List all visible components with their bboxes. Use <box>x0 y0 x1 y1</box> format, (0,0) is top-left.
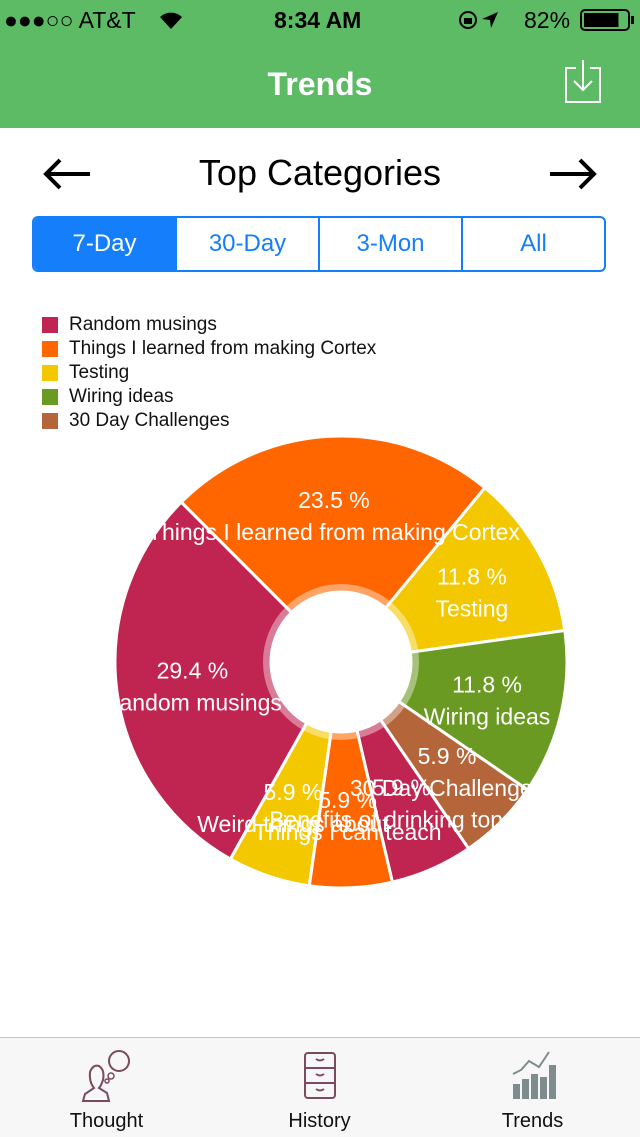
slice-percent-label: 5.9 % <box>372 774 431 800</box>
legend-item: Testing <box>42 361 376 385</box>
tab-bar: Thought History Trends <box>0 1037 640 1137</box>
tab-thought[interactable]: Thought <box>0 1038 213 1137</box>
donut-chart: 29.4 % Random musings 23.5 % Things I learn… <box>103 434 569 890</box>
slice-name-label: Things I learned from making Cortex <box>148 519 520 545</box>
legend-label: Wiring ideas <box>69 386 174 407</box>
legend-label: Things I learned from making Cortex <box>69 338 377 359</box>
chart-legend: Random musings Things I learned from mak… <box>42 313 376 433</box>
trend-chart-icon <box>512 1051 556 1099</box>
legend-label: Testing <box>69 362 130 383</box>
legend-item: Wiring ideas <box>42 385 376 409</box>
download-icon[interactable] <box>564 58 602 104</box>
tab-label: History <box>288 1110 351 1132</box>
arrow-right-icon[interactable] <box>548 150 598 200</box>
legend-swatch <box>42 341 58 357</box>
tab-history[interactable]: History <box>213 1038 426 1137</box>
tab-trends[interactable]: Trends <box>426 1038 639 1137</box>
tab-label: Thought <box>69 1110 144 1132</box>
slice-percent-label: 5.9 % <box>264 779 323 805</box>
slice-percent-label: 5.9 % <box>318 787 377 813</box>
header-title: Trends <box>267 66 373 102</box>
slice-percent-label: 23.5 % <box>298 487 370 513</box>
thought-bubble-icon <box>81 1050 130 1102</box>
legend-label: Random musings <box>69 314 217 335</box>
slice-name-label: Wiring ideas <box>424 703 551 729</box>
lock-location-icons <box>459 11 498 29</box>
tab-3-mon[interactable]: 3-Mon <box>318 218 461 270</box>
legend-item: Things I learned from making Cortex <box>42 337 376 361</box>
tab-30-day[interactable]: 30-Day <box>175 218 318 270</box>
slice-percent-label: 5.9 % <box>418 743 477 769</box>
slice-percent-label: 11.8 % <box>452 671 522 697</box>
carrier: ●●●○○ AT&T <box>4 7 136 33</box>
slice-percent-label: 29.4 % <box>157 657 229 683</box>
tab-all[interactable]: All <box>461 218 604 270</box>
range-segmented-control: 7-Day 30-Day 3-Mon All <box>32 216 606 272</box>
tab-7-day[interactable]: 7-Day <box>34 218 175 270</box>
slice-name-label: Testing <box>435 596 508 622</box>
nav-header: Trends <box>0 40 640 128</box>
legend-item: Random musings <box>42 313 376 337</box>
battery-percent: 82% <box>524 7 571 33</box>
legend-swatch <box>42 317 58 333</box>
slice-name-label: Random musings <box>103 689 282 715</box>
donut-hole-ring <box>263 584 419 740</box>
slice-percent-label: 11.8 % <box>437 564 507 590</box>
status-bar: ●●●○○ AT&T 8:34 AM 82% <box>0 0 640 40</box>
clock: 8:34 AM <box>274 7 362 33</box>
tab-label: Trends <box>501 1110 564 1132</box>
legend-swatch <box>42 389 58 405</box>
legend-swatch <box>42 413 58 429</box>
legend-label: 30 Day Challenges <box>69 410 230 431</box>
legend-swatch <box>42 365 58 381</box>
slice-name-label: Weird things about <box>197 811 389 837</box>
battery-icon <box>580 9 634 31</box>
wifi-icon <box>160 12 182 29</box>
file-cabinet-icon <box>303 1052 336 1099</box>
page-title: Top Categories <box>198 152 442 193</box>
